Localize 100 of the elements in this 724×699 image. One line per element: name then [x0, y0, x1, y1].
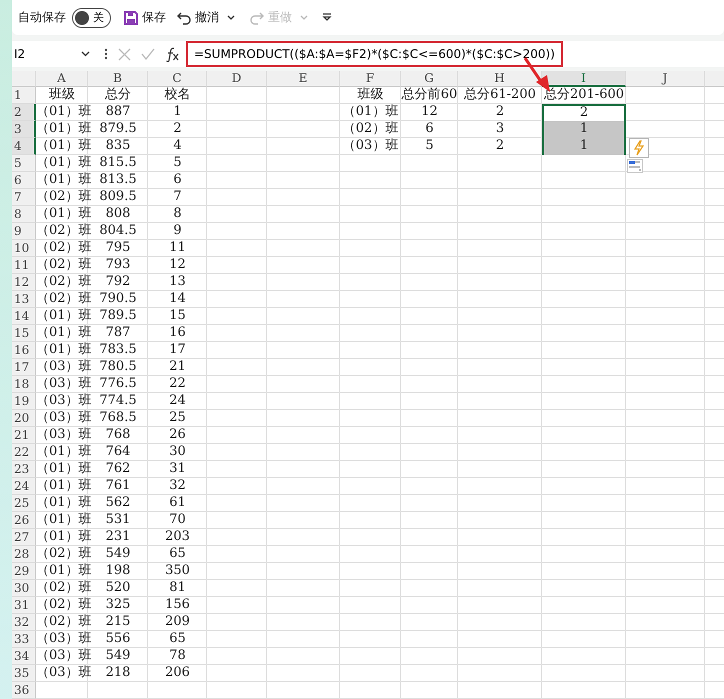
row-number[interactable]: 33 — [12, 631, 36, 648]
table-cell-text: 21 — [168, 359, 187, 376]
table-cell-text: 65 — [168, 546, 187, 563]
table-cell-text: 26 — [168, 427, 187, 444]
row-number[interactable]: 21 — [12, 427, 36, 444]
table-cell-text: 9 — [172, 223, 183, 240]
row-number[interactable]: 2 — [12, 104, 36, 121]
row-number[interactable]: 5 — [12, 155, 36, 172]
column-header[interactable]: E — [267, 71, 340, 87]
undo-button[interactable]: 撤消 — [174, 9, 221, 26]
table-cell-text: 7 — [172, 189, 183, 206]
table-cell-text: 804.5 — [98, 223, 138, 240]
table-cell-text: 813.5 — [98, 172, 138, 189]
table-cell-text: 70 — [168, 512, 187, 529]
row-number[interactable]: 28 — [12, 546, 36, 563]
row-number[interactable]: 23 — [12, 461, 36, 478]
table-cell-text: 203 — [164, 529, 191, 546]
table-cell-text: 16 — [168, 325, 187, 342]
row-number[interactable]: 7 — [12, 189, 36, 206]
table-cell-text: 809.5 — [98, 189, 138, 206]
column-header[interactable]: G — [401, 71, 458, 87]
row-number[interactable]: 32 — [12, 614, 36, 631]
row-number[interactable]: 13 — [12, 291, 36, 308]
table-cell-text: 2 — [172, 121, 183, 138]
table-cell-text: 815.5 — [98, 155, 138, 172]
table-cell-text: 795 — [104, 240, 132, 257]
row-number[interactable]: 11 — [12, 257, 36, 274]
column-header[interactable]: F — [340, 71, 401, 87]
table-cell-text: 总分61-200 — [463, 87, 537, 104]
function-icon[interactable] — [165, 46, 180, 62]
table-cell-text: 61 — [168, 495, 187, 512]
row-number[interactable]: 3 — [12, 121, 36, 138]
table-cell-text: 198 — [104, 563, 132, 580]
row-number[interactable]: 34 — [12, 648, 36, 665]
autosave-toggle[interactable]: 关 — [72, 8, 111, 28]
row-number[interactable]: 9 — [12, 223, 36, 240]
table-cell-text: 14 — [168, 291, 187, 308]
table-cell-text: 81 — [168, 580, 187, 597]
row-number[interactable]: 14 — [12, 308, 36, 325]
table-cell-text: 218 — [104, 665, 132, 682]
table-cell-text: 2 — [494, 138, 506, 155]
row-number[interactable]: 31 — [12, 597, 36, 614]
table-cell-text: 531 — [104, 512, 132, 529]
table-cell-text: 13 — [168, 274, 187, 291]
column-header[interactable]: C — [148, 71, 207, 87]
row-number[interactable]: 29 — [12, 563, 36, 580]
row-number[interactable]: 4 — [12, 138, 36, 155]
table-cell-text: 12 — [420, 104, 439, 121]
undo-icon — [176, 10, 192, 26]
table-cell-text: 764 — [104, 444, 132, 461]
more-options-icon[interactable] — [104, 48, 108, 60]
row-number[interactable]: 30 — [12, 580, 36, 597]
row-number[interactable]: 16 — [12, 342, 36, 359]
cancel-icon[interactable] — [118, 48, 131, 60]
table-cell-text: 556 — [104, 631, 132, 648]
row-number[interactable]: 1 — [12, 87, 36, 104]
row-number[interactable]: 8 — [12, 206, 36, 223]
customize-dropdown-icon[interactable] — [322, 13, 332, 22]
table-cell-text: 520 — [104, 580, 132, 597]
row-number[interactable]: 24 — [12, 478, 36, 495]
name-box[interactable]: I2 — [12, 43, 94, 65]
table-cell-text: 776.5 — [98, 376, 138, 393]
table-cell-text: 790.5 — [98, 291, 138, 308]
row-number[interactable]: 22 — [12, 444, 36, 461]
column-header[interactable]: B — [88, 71, 148, 87]
row-number[interactable]: 20 — [12, 410, 36, 427]
table-cell: 2 — [542, 104, 626, 121]
table-cell-text: 32 — [168, 478, 187, 495]
column-header[interactable]: I — [542, 71, 626, 87]
column-header[interactable]: D — [207, 71, 267, 87]
row-number[interactable]: 26 — [12, 512, 36, 529]
column-header[interactable]: J — [626, 71, 705, 87]
flash-fill-icon[interactable] — [629, 138, 649, 158]
table-cell-text: 209 — [164, 614, 191, 631]
column-header[interactable]: H — [458, 71, 542, 87]
quick-analysis-icon[interactable] — [627, 159, 643, 173]
caret-icon[interactable] — [227, 14, 235, 20]
row-number[interactable]: 17 — [12, 359, 36, 376]
column-header[interactable]: A — [36, 71, 88, 87]
save-button[interactable]: 保存 — [121, 9, 168, 26]
row-number[interactable]: 18 — [12, 376, 36, 393]
select-all-corner[interactable] — [12, 71, 36, 87]
table-cell-text: 350 — [164, 563, 191, 580]
row-number[interactable]: 15 — [12, 325, 36, 342]
check-icon[interactable] — [141, 48, 155, 60]
table-cell-text: 5 — [424, 138, 435, 155]
row-number[interactable]: 36 — [12, 682, 36, 699]
row-number[interactable]: 19 — [12, 393, 36, 410]
row-number[interactable]: 10 — [12, 240, 36, 257]
table-cell-text: 6 — [424, 121, 435, 138]
row-number[interactable]: 25 — [12, 495, 36, 512]
table-cell-text: 761 — [104, 478, 132, 495]
formula-field[interactable]: =SUMPRODUCT(($A:$A=$F2)*($C:$C<=600)*($C:$C>200)) — [186, 41, 563, 67]
table-cell-text: 8 — [172, 206, 183, 223]
row-number[interactable]: 27 — [12, 529, 36, 546]
row-number[interactable]: 12 — [12, 274, 36, 291]
row-number[interactable]: 35 — [12, 665, 36, 682]
row-number[interactable]: 6 — [12, 172, 36, 189]
table-cell-text: （03）班 — [342, 138, 400, 155]
table-cell-text: 总分 — [104, 87, 132, 104]
